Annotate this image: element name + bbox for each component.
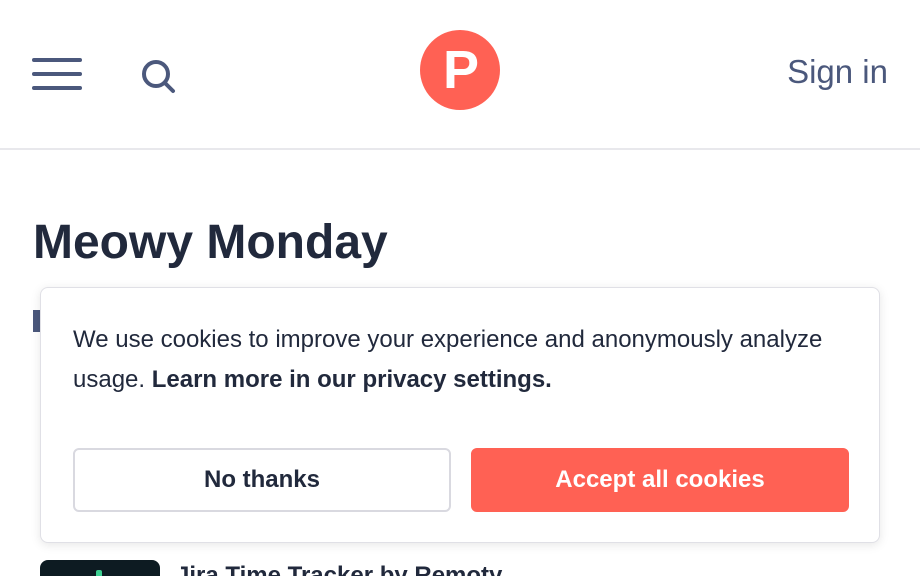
- logo-letter: P: [442, 40, 480, 100]
- accept-all-cookies-button[interactable]: Accept all cookies: [471, 448, 849, 512]
- hamburger-menu-icon-bar: [32, 72, 82, 76]
- product-title[interactable]: Jira Time Tracker by Remoty: [176, 562, 502, 576]
- cookie-consent-banner: We use cookies to improve your experienc…: [40, 287, 880, 543]
- page-title: Meowy Monday: [33, 216, 388, 269]
- search-button[interactable]: [140, 58, 180, 98]
- search-icon: [142, 60, 175, 93]
- product-thumbnail[interactable]: [40, 560, 160, 576]
- hamburger-menu-button[interactable]: [32, 58, 82, 92]
- privacy-settings-link[interactable]: Learn more in our privacy settings.: [152, 366, 552, 393]
- hamburger-menu-icon-bar: [32, 86, 82, 90]
- no-thanks-button[interactable]: No thanks: [73, 448, 451, 512]
- product-hunt-logo[interactable]: P: [420, 30, 500, 110]
- hamburger-menu-icon-bar: [32, 58, 82, 62]
- sign-in-link[interactable]: Sign in: [787, 52, 888, 92]
- cookie-message: We use cookies to improve your experienc…: [73, 320, 853, 400]
- top-header: P Sign in: [0, 0, 920, 150]
- page: P Sign in Meowy Monday Jira Time Tracker…: [0, 0, 920, 576]
